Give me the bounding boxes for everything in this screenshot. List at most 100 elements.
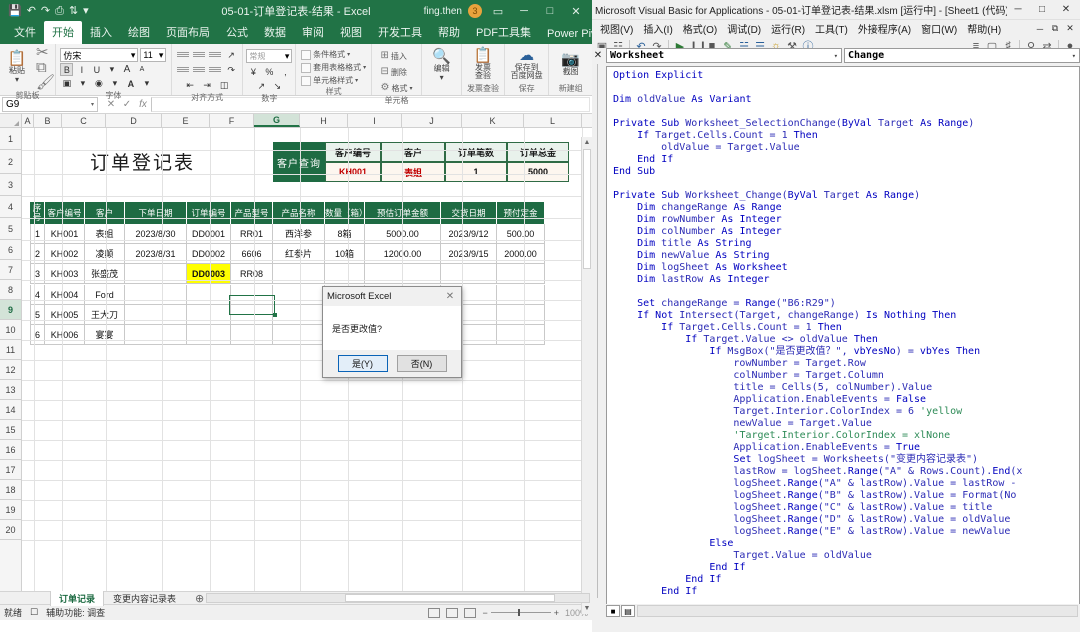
format-as-table-button[interactable]: 套用表格格式 ▾ bbox=[301, 62, 366, 73]
table-cell[interactable]: Ford bbox=[85, 285, 125, 305]
row-header-1[interactable]: 1 bbox=[0, 128, 21, 150]
table-cell[interactable]: DD0003 bbox=[187, 264, 231, 284]
ribbon-tab-1[interactable]: 开始 bbox=[44, 21, 82, 44]
save-to-baidu-button[interactable]: ☁ 保存到 百度网盘 bbox=[510, 48, 544, 80]
vba-inner-close-button[interactable]: ✕ bbox=[1063, 21, 1077, 37]
row-header-2[interactable]: 2 bbox=[0, 150, 21, 174]
editing-caret-icon[interactable]: ▾ bbox=[440, 73, 444, 82]
ribbon-tab-7[interactable]: 审阅 bbox=[294, 21, 332, 44]
column-header-F[interactable]: F bbox=[210, 114, 254, 127]
vba-menu-5[interactable]: 工具(T) bbox=[810, 20, 853, 37]
font-color-button[interactable]: A bbox=[124, 77, 137, 90]
column-header-D[interactable]: D bbox=[106, 114, 162, 127]
ribbon-tab-12[interactable]: Power Pivot bbox=[539, 25, 592, 44]
column-header-K[interactable]: K bbox=[462, 114, 524, 127]
procedure-dropdown-caret-icon[interactable]: ▾ bbox=[1072, 52, 1076, 60]
table-cell[interactable]: 西洋参 bbox=[273, 224, 325, 244]
table-cell[interactable]: 凌颠 bbox=[85, 244, 125, 264]
editing-button[interactable]: 🔍 编辑 ▾ bbox=[425, 49, 459, 82]
underline-button[interactable]: U bbox=[90, 63, 103, 76]
ribbon-tab-3[interactable]: 绘图 bbox=[120, 21, 158, 44]
dialog-close-icon[interactable]: ✕ bbox=[443, 291, 457, 302]
table-cell[interactable]: 2 bbox=[30, 244, 45, 264]
scroll-up-icon[interactable]: ▲ bbox=[582, 137, 592, 148]
table-cell[interactable]: RR08 bbox=[231, 264, 273, 284]
object-dropdown[interactable]: Worksheet ▾ bbox=[606, 48, 842, 63]
ribbon-tab-9[interactable]: 开发工具 bbox=[370, 21, 430, 44]
vba-menu-3[interactable]: 调试(D) bbox=[722, 20, 766, 37]
font-color-caret-icon[interactable]: ▾ bbox=[140, 77, 153, 90]
cs-caret-icon[interactable]: ▾ bbox=[355, 77, 358, 84]
paste-button[interactable]: 📋 粘贴 ▾ bbox=[0, 51, 34, 84]
table-cell[interactable] bbox=[187, 285, 231, 305]
table-cell[interactable]: 2023/8/31 bbox=[125, 244, 187, 264]
table-cell[interactable] bbox=[187, 305, 231, 325]
table-cell[interactable] bbox=[273, 325, 325, 345]
row-header-18[interactable]: 18 bbox=[0, 480, 21, 500]
align-bottom-button[interactable] bbox=[208, 49, 221, 60]
active-cell-selection[interactable] bbox=[229, 295, 277, 317]
undo-icon[interactable]: ↶ bbox=[27, 5, 36, 17]
sheet-tab-0[interactable]: 订单记录 bbox=[50, 590, 105, 606]
table-cell[interactable] bbox=[125, 305, 187, 325]
paste-caret-icon[interactable]: ▾ bbox=[15, 76, 19, 84]
increase-decimal-button[interactable]: ↗ bbox=[255, 80, 268, 93]
table-cell[interactable]: 2023/8/30 bbox=[125, 224, 187, 244]
row-header-7[interactable]: 7 bbox=[0, 260, 21, 280]
cells-area[interactable]: 订单登记表 客户查询 客户编号 客户 订单笔数 订单总金 KH001 表姐 1 … bbox=[22, 128, 592, 591]
row-header-15[interactable]: 15 bbox=[0, 420, 21, 440]
vba-minimize-button[interactable]: ─ bbox=[1007, 2, 1029, 18]
table-cell[interactable]: 5 bbox=[30, 305, 45, 325]
percent-button[interactable]: % bbox=[263, 65, 276, 78]
format-painter-button[interactable]: 🖌 bbox=[36, 75, 55, 90]
column-header-H[interactable]: H bbox=[300, 114, 348, 127]
ribbon-tab-8[interactable]: 视图 bbox=[332, 21, 370, 44]
procedure-dropdown[interactable]: Change ▾ bbox=[844, 48, 1080, 63]
align-center-button[interactable] bbox=[192, 64, 205, 75]
row-header-3[interactable]: 3 bbox=[0, 174, 21, 196]
spreadsheet-grid[interactable]: ABCDEFGHIJKL 1 2 3 4 5 6 7 8 9 10 11 12 13 14 15 16 17 18… bbox=[0, 114, 592, 591]
cut-button[interactable]: ✂ bbox=[36, 45, 55, 60]
table-cell[interactable] bbox=[497, 285, 545, 305]
row-header-11[interactable]: 11 bbox=[0, 340, 21, 360]
table-cell[interactable]: DD0002 bbox=[187, 244, 231, 264]
format-cells-button[interactable]: ⚙ 格式 ▾ bbox=[381, 81, 413, 95]
table-cell[interactable]: KH005 bbox=[45, 305, 85, 325]
table-cell[interactable]: KH006 bbox=[45, 325, 85, 345]
column-header-B[interactable]: B bbox=[34, 114, 62, 127]
merge-cells-button[interactable]: ◫ bbox=[218, 79, 231, 92]
row-header-17[interactable]: 17 bbox=[0, 460, 21, 480]
table-cell[interactable]: 红参片 bbox=[273, 244, 325, 264]
table-cell[interactable] bbox=[231, 325, 273, 345]
column-header-G[interactable]: G bbox=[254, 114, 300, 127]
pane-close-icon[interactable]: ✕ bbox=[592, 48, 604, 61]
vba-code-editor[interactable]: Option Explicit Dim oldValue As Variant … bbox=[606, 66, 1080, 618]
table-cell[interactable] bbox=[125, 325, 187, 345]
sheet-tabs[interactable]: 订单记录 变更内容记录表 bbox=[50, 590, 185, 607]
qat-more-icon[interactable]: ▾ bbox=[83, 5, 89, 17]
underline-caret-icon[interactable]: ▾ bbox=[105, 63, 118, 76]
table-cell[interactable] bbox=[497, 305, 545, 325]
table-cell[interactable] bbox=[497, 264, 545, 284]
table-cell[interactable] bbox=[497, 325, 545, 345]
maximize-button[interactable]: □ bbox=[540, 5, 560, 17]
quick-access-toolbar[interactable]: 💾 ↶ ↷ ⎙ ⇅ ▾ bbox=[4, 5, 89, 17]
row-header-14[interactable]: 14 bbox=[0, 400, 21, 420]
borders-caret-icon[interactable]: ▾ bbox=[76, 77, 89, 90]
vba-maximize-button[interactable]: □ bbox=[1031, 2, 1053, 18]
zoom-in-icon[interactable]: + bbox=[554, 608, 559, 618]
shrink-font-button[interactable]: A bbox=[135, 63, 148, 76]
vba-menu-7[interactable]: 窗口(W) bbox=[916, 20, 962, 37]
table-cell[interactable] bbox=[365, 264, 441, 284]
table-cell[interactable]: 表姐 bbox=[85, 224, 125, 244]
vba-inner-minimize-button[interactable]: ─ bbox=[1033, 21, 1047, 37]
screenshot-button[interactable]: 📷 截图 bbox=[554, 52, 588, 76]
vba-menu-8[interactable]: 帮助(H) bbox=[962, 20, 1006, 37]
page-layout-view-button[interactable] bbox=[446, 607, 459, 618]
redo-icon[interactable]: ↷ bbox=[41, 5, 50, 17]
zoom-knob[interactable] bbox=[517, 609, 520, 616]
table-cell[interactable]: 宴宴 bbox=[85, 325, 125, 345]
table-cell[interactable]: 4 bbox=[30, 285, 45, 305]
vba-menu-6[interactable]: 外接程序(A) bbox=[853, 20, 916, 37]
row-header-10[interactable]: 10 bbox=[0, 320, 21, 340]
